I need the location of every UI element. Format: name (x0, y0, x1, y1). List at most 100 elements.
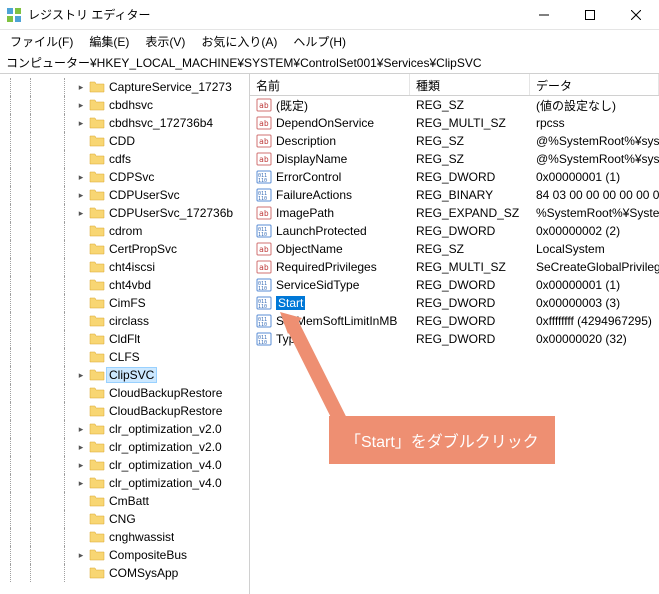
tree-item[interactable]: ▸clr_optimization_v4.0 (0, 456, 249, 474)
expander-icon[interactable]: ▸ (74, 440, 88, 454)
expander-icon[interactable]: ▸ (74, 548, 88, 562)
tree-item-label: clr_optimization_v2.0 (109, 422, 222, 436)
tree-item[interactable]: COMSysApp (0, 564, 249, 582)
menu-view[interactable]: 表示(V) (137, 31, 193, 52)
value-data: SeCreateGlobalPrivileg (530, 260, 659, 274)
folder-icon (89, 403, 105, 419)
value-row[interactable]: 011110ErrorControlREG_DWORD0x00000001 (1… (250, 168, 659, 186)
value-data: 84 03 00 00 00 00 00 00 (530, 188, 659, 202)
value-row[interactable]: abDescriptionREG_SZ@%SystemRoot%¥sys (250, 132, 659, 150)
expander-icon[interactable] (74, 242, 88, 256)
expander-icon[interactable] (74, 512, 88, 526)
tree-item[interactable]: ▸CDPUserSvc (0, 186, 249, 204)
folder-icon (89, 475, 105, 491)
expander-icon[interactable]: ▸ (74, 368, 88, 382)
expander-icon[interactable] (74, 152, 88, 166)
tree-item[interactable]: ▸CDPSvc (0, 168, 249, 186)
value-row[interactable]: abDisplayNameREG_SZ@%SystemRoot%¥sys (250, 150, 659, 168)
value-row[interactable]: 011110ServiceSidTypeREG_DWORD0x00000001 … (250, 276, 659, 294)
tree-item[interactable]: CldFlt (0, 330, 249, 348)
expander-icon[interactable]: ▸ (74, 476, 88, 490)
tree-item[interactable]: ▸clr_optimization_v2.0 (0, 438, 249, 456)
tree-item[interactable]: ▸CompositeBus (0, 546, 249, 564)
tree-item[interactable]: ▸CaptureService_17273 (0, 78, 249, 96)
value-row[interactable]: 011110FailureActionsREG_BINARY84 03 00 0… (250, 186, 659, 204)
value-row[interactable]: 011110SvcMemSoftLimitInMBREG_DWORD0xffff… (250, 312, 659, 330)
tree-item[interactable]: cnghwassist (0, 528, 249, 546)
expander-icon[interactable] (74, 530, 88, 544)
expander-icon[interactable] (74, 350, 88, 364)
tree-item[interactable]: CertPropSvc (0, 240, 249, 258)
expander-icon[interactable]: ▸ (74, 206, 88, 220)
svg-text:110: 110 (258, 286, 267, 292)
value-row[interactable]: 011110StartREG_DWORD0x00000003 (3) (250, 294, 659, 312)
close-button[interactable] (613, 0, 659, 30)
expander-icon[interactable] (74, 224, 88, 238)
tree-item[interactable]: CloudBackupRestore (0, 384, 249, 402)
address-bar[interactable]: コンピューター¥HKEY_LOCAL_MACHINE¥SYSTEM¥Contro… (0, 52, 659, 74)
tree-item[interactable]: ▸cbdhsvc_172736b4 (0, 114, 249, 132)
string-value-icon: ab (256, 259, 272, 275)
tree-item[interactable]: CDD (0, 132, 249, 150)
tree-item[interactable]: circlass (0, 312, 249, 330)
minimize-button[interactable] (521, 0, 567, 30)
menubar: ファイル(F) 編集(E) 表示(V) お気に入り(A) ヘルプ(H) (0, 30, 659, 52)
column-header-type[interactable]: 種類 (410, 74, 530, 95)
tree-item[interactable]: CimFS (0, 294, 249, 312)
tree-item[interactable]: cdfs (0, 150, 249, 168)
value-name: LaunchProtected (276, 224, 367, 238)
tree-item[interactable]: ▸ clr_optimization_v2.0 (0, 420, 249, 438)
tree-item[interactable]: CNG (0, 510, 249, 528)
expander-icon[interactable]: ▸ (74, 116, 88, 130)
menu-help[interactable]: ヘルプ(H) (285, 31, 354, 52)
maximize-button[interactable] (567, 0, 613, 30)
tree-item[interactable]: ▸clr_optimization_v4.0 (0, 474, 249, 492)
expander-icon[interactable]: ▸ (74, 98, 88, 112)
value-type: REG_DWORD (410, 296, 530, 310)
tree-item[interactable]: cht4vbd (0, 276, 249, 294)
tree-item[interactable]: cdrom (0, 222, 249, 240)
menu-favorites[interactable]: お気に入り(A) (193, 31, 285, 52)
tree-item[interactable]: CLFS (0, 348, 249, 366)
folder-icon (89, 493, 105, 509)
tree-item[interactable]: ▸cbdhsvc (0, 96, 249, 114)
value-type: REG_SZ (410, 152, 530, 166)
menu-edit[interactable]: 編集(E) (81, 31, 137, 52)
binary-value-icon: 011110 (256, 169, 272, 185)
value-row[interactable]: abDependOnServiceREG_MULTI_SZrpcss (250, 114, 659, 132)
tree-item[interactable]: cht4iscsi (0, 258, 249, 276)
expander-icon[interactable] (74, 260, 88, 274)
expander-icon[interactable] (74, 566, 88, 580)
tree-item[interactable]: CmBatt (0, 492, 249, 510)
list-pane[interactable]: 名前 種類 データ ab(既定)REG_SZ(値の設定なし)abDependOn… (250, 74, 659, 594)
tree-item[interactable]: ▸ClipSVC (0, 366, 249, 384)
expander-icon[interactable] (74, 278, 88, 292)
expander-icon[interactable] (74, 296, 88, 310)
expander-icon[interactable] (74, 404, 88, 418)
expander-icon[interactable]: ▸ (74, 188, 88, 202)
window-title: レジストリ エディター (28, 6, 521, 23)
value-data: 0xffffffff (4294967295) (530, 314, 659, 328)
value-row[interactable]: 011110LaunchProtectedREG_DWORD0x00000002… (250, 222, 659, 240)
binary-value-icon: 011110 (256, 313, 272, 329)
expander-icon[interactable] (74, 494, 88, 508)
tree-pane[interactable]: ▸CaptureService_17273▸cbdhsvc▸cbdhsvc_17… (0, 74, 250, 594)
expander-icon[interactable] (74, 386, 88, 400)
expander-icon[interactable]: ▸ (74, 422, 88, 436)
tree-item[interactable]: CloudBackupRestore (0, 402, 249, 420)
column-header-data[interactable]: データ (530, 74, 659, 95)
value-row[interactable]: abObjectNameREG_SZLocalSystem (250, 240, 659, 258)
expander-icon[interactable] (74, 332, 88, 346)
expander-icon[interactable]: ▸ (74, 80, 88, 94)
value-row[interactable]: abRequiredPrivilegesREG_MULTI_SZSeCreate… (250, 258, 659, 276)
tree-item[interactable]: ▸CDPUserSvc_172736b (0, 204, 249, 222)
expander-icon[interactable] (74, 134, 88, 148)
expander-icon[interactable] (74, 314, 88, 328)
value-row[interactable]: abImagePathREG_EXPAND_SZ%SystemRoot%¥Sys… (250, 204, 659, 222)
column-header-name[interactable]: 名前 (250, 74, 410, 95)
value-row[interactable]: 011110TypeREG_DWORD0x00000020 (32) (250, 330, 659, 348)
expander-icon[interactable]: ▸ (74, 170, 88, 184)
expander-icon[interactable]: ▸ (74, 458, 88, 472)
menu-file[interactable]: ファイル(F) (2, 31, 81, 52)
value-row[interactable]: ab(既定)REG_SZ(値の設定なし) (250, 96, 659, 114)
